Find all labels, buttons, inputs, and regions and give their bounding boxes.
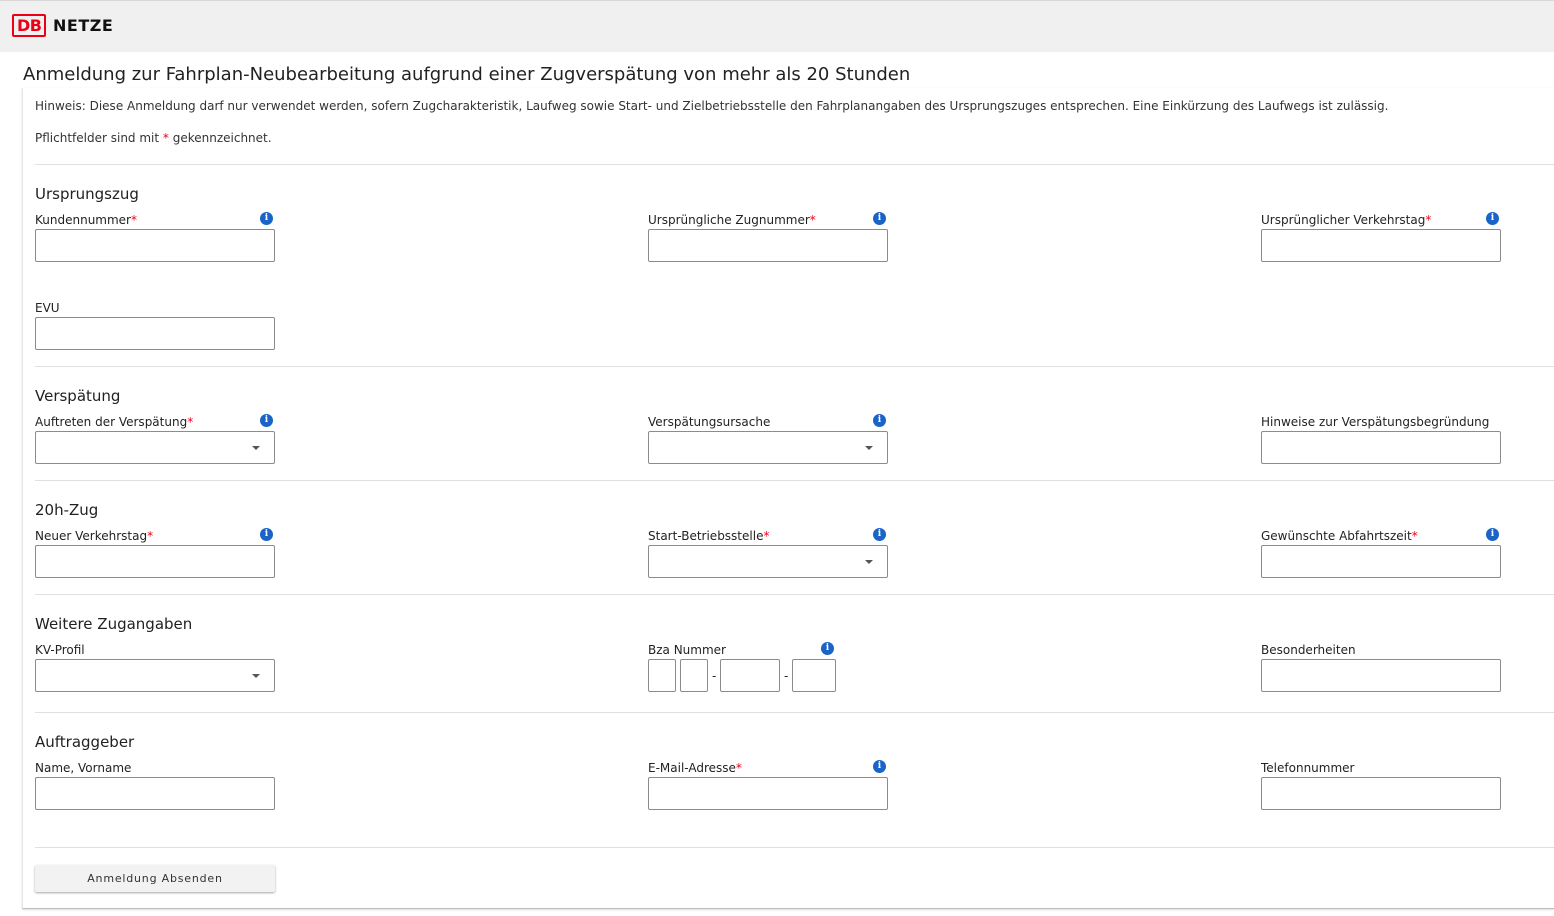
- info-icon[interactable]: i: [1486, 528, 1499, 541]
- info-icon[interactable]: i: [1486, 212, 1499, 225]
- kundennummer-input[interactable]: [35, 229, 275, 262]
- page-title: Anmeldung zur Fahrplan-Neubearbeitung au…: [23, 64, 911, 85]
- label-verkehrstag: Ursprünglicher Verkehrstag*: [1261, 213, 1432, 227]
- hint-text: Hinweis: Diese Anmeldung darf nur verwen…: [35, 99, 1389, 113]
- info-icon[interactable]: i: [873, 414, 886, 427]
- required-note-text: Pflichtfelder sind mit: [35, 131, 163, 145]
- bza-separator: -: [712, 669, 717, 683]
- verkehrstag-input[interactable]: [1261, 229, 1501, 262]
- label-start-betriebsstelle: Start-Betriebsstelle*: [648, 529, 770, 543]
- ursache-select[interactable]: [648, 431, 888, 464]
- bza-part-2-input[interactable]: [680, 659, 708, 692]
- label-kundennummer: Kundennummer*: [35, 213, 137, 227]
- label-email: E-Mail-Adresse*: [648, 761, 742, 775]
- label-besonderheiten: Besonderheiten: [1261, 643, 1356, 657]
- divider: [35, 164, 1554, 165]
- required-note-text-end: gekennzeichnet.: [168, 131, 272, 145]
- neuer-verkehrstag-input[interactable]: [35, 545, 275, 578]
- chevron-down-icon: [252, 446, 260, 450]
- info-icon[interactable]: i: [260, 212, 273, 225]
- label-evu: EVU: [35, 301, 60, 315]
- submit-button[interactable]: Anmeldung Absenden: [35, 865, 275, 892]
- email-input[interactable]: [648, 777, 888, 810]
- bza-part-4-input[interactable]: [792, 659, 836, 692]
- label-abfahrtszeit: Gewünschte Abfahrtszeit*: [1261, 529, 1418, 543]
- brand-name: NETZE: [53, 16, 114, 35]
- divider: [35, 847, 1554, 848]
- kv-profil-select[interactable]: [35, 659, 275, 692]
- evu-input[interactable]: [35, 317, 275, 350]
- name-input[interactable]: [35, 777, 275, 810]
- label-zugnummer: Ursprüngliche Zugnummer*: [648, 213, 816, 227]
- auftreten-select[interactable]: [35, 431, 275, 464]
- required-note: Pflichtfelder sind mit * gekennzeichnet.: [35, 131, 272, 145]
- section-title-verspaetung: Verspätung: [35, 387, 121, 405]
- label-name: Name, Vorname: [35, 761, 132, 775]
- start-betriebsstelle-select[interactable]: [648, 545, 888, 578]
- info-icon[interactable]: i: [821, 642, 834, 655]
- info-icon[interactable]: i: [873, 212, 886, 225]
- section-title-weitere-zugangaben: Weitere Zugangaben: [35, 615, 193, 633]
- label-kv-profil: KV-Profil: [35, 643, 85, 657]
- chevron-down-icon: [252, 674, 260, 678]
- info-icon[interactable]: i: [873, 760, 886, 773]
- section-title-ursprungszug: Ursprungszug: [35, 185, 139, 203]
- divider: [35, 712, 1554, 713]
- label-telefon: Telefonnummer: [1261, 761, 1355, 775]
- db-logo: DB: [12, 14, 47, 37]
- top-bar: DB NETZE: [0, 0, 1554, 52]
- bza-separator: -: [784, 669, 789, 683]
- label-bza-nummer: Bza Nummer: [648, 643, 726, 657]
- label-hinweise: Hinweise zur Verspätungsbegründung: [1261, 415, 1490, 429]
- bza-part-1-input[interactable]: [648, 659, 676, 692]
- info-icon[interactable]: i: [873, 528, 886, 541]
- label-ursache: Verspätungsursache: [648, 415, 771, 429]
- section-title-auftraggeber: Auftraggeber: [35, 733, 135, 751]
- section-title-20h-zug: 20h-Zug: [35, 501, 99, 519]
- divider: [35, 366, 1554, 367]
- chevron-down-icon: [865, 560, 873, 564]
- divider: [35, 594, 1554, 595]
- info-icon[interactable]: i: [260, 414, 273, 427]
- zugnummer-input[interactable]: [648, 229, 888, 262]
- telefon-input[interactable]: [1261, 777, 1501, 810]
- info-icon[interactable]: i: [260, 528, 273, 541]
- besonderheiten-input[interactable]: [1261, 659, 1501, 692]
- bza-part-3-input[interactable]: [720, 659, 780, 692]
- label-auftreten: Auftreten der Verspätung*: [35, 415, 194, 429]
- label-neuer-verkehrstag: Neuer Verkehrstag*: [35, 529, 154, 543]
- abfahrtszeit-input[interactable]: [1261, 545, 1501, 578]
- divider: [35, 480, 1554, 481]
- hinweise-input[interactable]: [1261, 431, 1501, 464]
- chevron-down-icon: [865, 446, 873, 450]
